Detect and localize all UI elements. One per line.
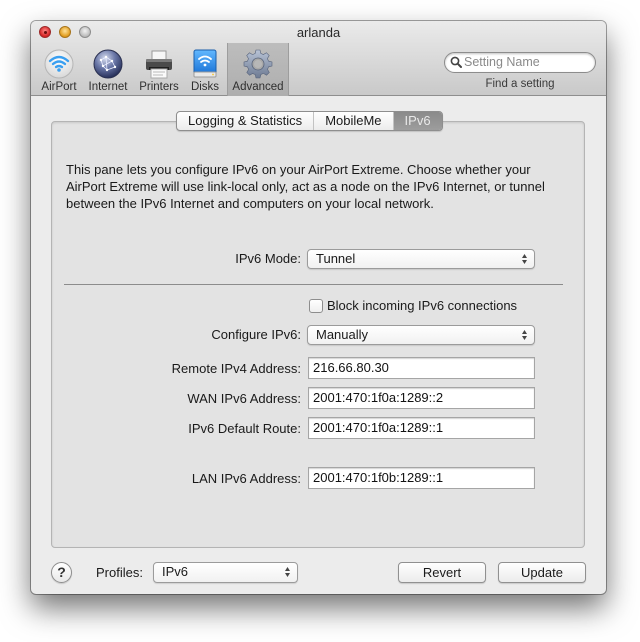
- configure-ipv6-label: Configure IPv6:: [211, 327, 301, 342]
- popup-arrows-icon: [522, 330, 527, 340]
- wan-ipv6-label: WAN IPv6 Address:: [187, 391, 301, 406]
- tab-ipv6[interactable]: IPv6: [393, 112, 442, 130]
- toolbar-label: Internet: [88, 81, 128, 93]
- toolbar-item-advanced[interactable]: Advanced: [227, 43, 289, 96]
- ipv6-mode-value: Tunnel: [316, 251, 356, 266]
- tab-bar: Logging & Statistics MobileMe IPv6: [176, 111, 443, 131]
- configure-ipv6-popup[interactable]: Manually: [307, 325, 535, 345]
- update-button[interactable]: Update: [498, 562, 586, 583]
- printer-icon: [146, 50, 172, 79]
- toolbar-label: Disks: [190, 81, 220, 93]
- block-incoming-checkbox[interactable]: [309, 299, 323, 313]
- popup-arrows-icon: [285, 567, 290, 577]
- default-route-field[interactable]: 2001:470:1f0a:1289::1: [308, 417, 535, 439]
- toolbar-label: Advanced: [232, 81, 284, 93]
- lan-ipv6-field[interactable]: 2001:470:1f0b:1289::1: [308, 467, 535, 489]
- pane-description: This pane lets you configure IPv6 on you…: [66, 162, 545, 211]
- internet-globe-icon: [93, 49, 123, 79]
- profiles-label: Profiles:: [96, 565, 143, 580]
- search-placeholder: Setting Name: [464, 55, 540, 69]
- search-caption: Find a setting: [485, 78, 555, 90]
- profiles-value: IPv6: [162, 564, 189, 579]
- disk-icon: [193, 49, 217, 78]
- block-incoming-label: Block incoming IPv6 connections: [327, 298, 518, 313]
- remote-ipv4-field[interactable]: 216.66.80.30: [308, 357, 535, 379]
- setting-search-input[interactable]: Setting Name: [444, 52, 596, 73]
- help-button[interactable]: ?: [51, 562, 72, 583]
- search-icon: [450, 56, 462, 68]
- toolbar-label: Printers: [139, 81, 179, 93]
- toolbar-item-internet[interactable]: Internet: [84, 43, 132, 96]
- window-title: arlanda: [296, 25, 341, 40]
- ipv6-mode-label: IPv6 Mode:: [235, 251, 301, 266]
- airport-utility-window: arlanda AirPort Internet Printers Disks …: [31, 21, 606, 594]
- lan-ipv6-label: LAN IPv6 Address:: [191, 471, 301, 486]
- toolbar-label: AirPort: [41, 81, 77, 93]
- default-route-label: IPv6 Default Route:: [188, 421, 301, 436]
- wan-ipv6-field[interactable]: 2001:470:1f0a:1289::2: [308, 387, 535, 409]
- toolbar-item-printers[interactable]: Printers: [134, 43, 184, 96]
- title-toolbar: arlanda AirPort Internet Printers Disks …: [31, 21, 606, 96]
- toolbar-item-airport[interactable]: AirPort: [36, 43, 82, 96]
- tab-mobileme[interactable]: MobileMe: [314, 112, 394, 130]
- ipv6-mode-popup[interactable]: Tunnel: [307, 249, 535, 269]
- configure-ipv6-value: Manually: [316, 327, 369, 342]
- remote-ipv4-label: Remote IPv4 Address:: [171, 361, 301, 376]
- airport-wifi-icon: [44, 49, 74, 79]
- toolbar-item-disks[interactable]: Disks: [185, 43, 225, 96]
- profiles-popup[interactable]: IPv6: [153, 562, 298, 583]
- section-divider: [64, 284, 563, 285]
- tab-logging-statistics[interactable]: Logging & Statistics: [177, 112, 315, 130]
- gear-icon: [243, 49, 273, 79]
- revert-button[interactable]: Revert: [398, 562, 486, 583]
- popup-arrows-icon: [522, 254, 527, 264]
